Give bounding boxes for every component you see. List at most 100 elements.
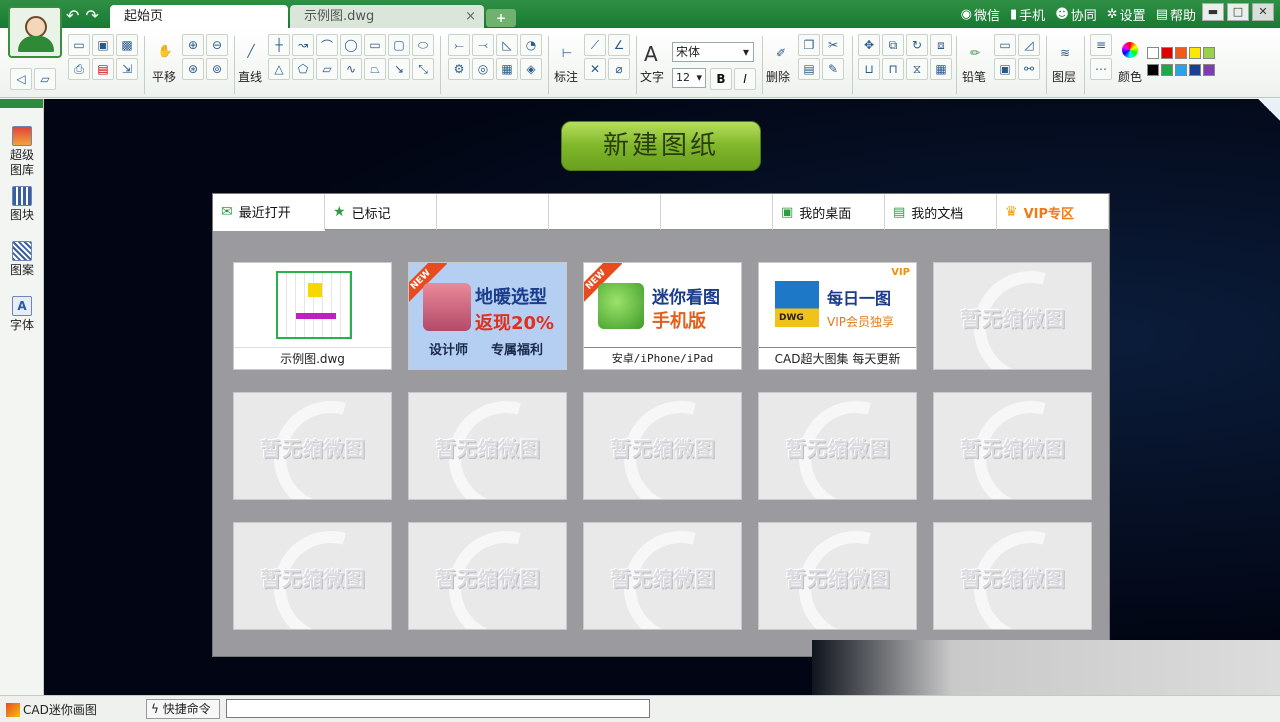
close-tab-icon[interactable]: × xyxy=(465,5,476,28)
italic-button[interactable]: I xyxy=(734,68,756,90)
line-icon[interactable]: ╱ xyxy=(240,40,262,62)
dimension-label[interactable]: 标注 xyxy=(554,68,578,85)
tab-sample-dwg[interactable]: 示例图.dwg × xyxy=(290,5,484,28)
collab-link[interactable]: ☻ 协同 xyxy=(1055,5,1097,24)
line-label[interactable]: 直线 xyxy=(238,68,262,85)
hatch-icon[interactable]: ▦ xyxy=(496,58,518,80)
wechat-link[interactable]: ◉ 微信 xyxy=(961,5,1000,24)
eraser-icon[interactable]: ✐ xyxy=(770,42,792,64)
leader-icon[interactable]: ↘ xyxy=(388,58,410,80)
polyline-icon[interactable]: ↝ xyxy=(292,34,314,56)
copy-icon[interactable]: ❐ xyxy=(798,34,820,56)
layers-label[interactable]: 图层 xyxy=(1052,68,1076,85)
extend-icon[interactable]: ⤙ xyxy=(472,34,494,56)
back-icon[interactable]: ◁ xyxy=(10,68,32,90)
sidebar-item-fonts[interactable]: A 字体 xyxy=(0,296,44,333)
new-page-icon[interactable]: ▱ xyxy=(34,68,56,90)
array-icon[interactable]: ⧈ xyxy=(930,34,952,56)
tab-desktop[interactable]: ▣ 我的桌面 xyxy=(773,194,885,230)
color-swatch[interactable] xyxy=(1161,47,1173,59)
image-icon[interactable]: ▣ xyxy=(994,58,1016,80)
text-label[interactable]: 文字 xyxy=(640,68,664,85)
radius-dim-icon[interactable]: ✕ xyxy=(584,58,606,80)
sidebar-item-patterns[interactable]: 图案 xyxy=(0,241,44,278)
tab-starred[interactable]: ★ 已标记 xyxy=(325,194,437,230)
undo-icon[interactable]: ↶ xyxy=(66,6,79,25)
text-icon[interactable]: A xyxy=(644,42,658,66)
color-swatch[interactable] xyxy=(1203,47,1215,59)
close-window-button[interactable]: ✕ xyxy=(1252,3,1274,21)
offset-icon[interactable]: ◔ xyxy=(520,34,542,56)
link-icon[interactable]: ⚯ xyxy=(1018,58,1040,80)
daily-drawing-ad-card[interactable]: DWG 每日一图 VIP VIP会员独享 CAD超大图集 每天更新 xyxy=(758,262,917,370)
quick-command-button[interactable]: ϟ 快捷命令 xyxy=(146,699,220,719)
aligned-dim-icon[interactable]: ⟋ xyxy=(584,34,606,56)
diameter-dim-icon[interactable]: ⌀ xyxy=(608,58,630,80)
fill-icon[interactable]: ◈ xyxy=(520,58,542,80)
floor-heating-ad-card[interactable]: NEW 地暖选型 返现20% 设计师 专属福利 xyxy=(408,262,567,370)
gear-shape-icon[interactable]: ⚙ xyxy=(448,58,470,80)
stretch-icon[interactable]: ⊔ xyxy=(858,58,880,80)
open-icon[interactable]: ▭ xyxy=(68,34,90,56)
pan-label[interactable]: 平移 xyxy=(152,68,176,85)
zoom-in-icon[interactable]: ⊕ xyxy=(182,34,204,56)
tab-vip[interactable]: ♛ VIP专区 xyxy=(997,194,1109,230)
scale-icon[interactable]: ⧉ xyxy=(882,34,904,56)
tab-start-page[interactable]: 起始页 xyxy=(110,5,288,28)
settings-link[interactable]: ✲ 设置 xyxy=(1107,5,1146,24)
rectangle-icon[interactable]: ▭ xyxy=(364,34,386,56)
lineweight-icon[interactable]: ≡ xyxy=(1090,34,1112,56)
save-as-icon[interactable]: ▩ xyxy=(116,34,138,56)
dimension-icon[interactable]: ⊢ xyxy=(556,42,578,64)
spline-icon[interactable]: ∿ xyxy=(340,58,362,80)
ellipse-icon[interactable]: ⬭ xyxy=(412,34,434,56)
color-label[interactable]: 颜色 xyxy=(1118,68,1142,85)
font-size-select[interactable]: 12 ▾ xyxy=(672,68,706,88)
color-swatch[interactable] xyxy=(1189,64,1201,76)
zoom-out-icon[interactable]: ⊖ xyxy=(206,34,228,56)
pencil-label[interactable]: 铅笔 xyxy=(962,68,986,85)
sidebar-item-library[interactable]: 超级 图库 xyxy=(0,126,44,178)
rounded-rect-icon[interactable]: ▢ xyxy=(388,34,410,56)
fillet-icon[interactable]: ◺ xyxy=(496,34,518,56)
sidebar-item-blocks[interactable]: 图块 xyxy=(0,186,44,223)
color-swatch[interactable] xyxy=(1203,64,1215,76)
sample-drawing-card[interactable]: 示例图.dwg xyxy=(233,262,392,370)
grid-array-icon[interactable]: ▦ xyxy=(930,58,952,80)
circle-icon[interactable]: ◯ xyxy=(340,34,362,56)
hatch-circle-icon[interactable]: ◎ xyxy=(472,58,494,80)
ruler-icon[interactable]: ▭ xyxy=(994,34,1016,56)
maximize-button[interactable]: □ xyxy=(1227,3,1249,21)
color-swatch[interactable] xyxy=(1175,47,1187,59)
trapezoid-icon[interactable]: ⏢ xyxy=(364,58,386,80)
delete-label[interactable]: 删除 xyxy=(766,68,790,85)
mini-viewer-ad-card[interactable]: NEW 迷你看图 手机版 安卓/iPhone/iPad xyxy=(583,262,742,370)
angle-dim-icon[interactable]: ∠ xyxy=(608,34,630,56)
export-icon[interactable]: ⇲ xyxy=(116,58,138,80)
crosshair-icon[interactable]: ┼ xyxy=(268,34,290,56)
add-tab-button[interactable]: + xyxy=(486,9,516,27)
area-icon[interactable]: ◿ xyxy=(1018,34,1040,56)
color-swatch[interactable] xyxy=(1189,47,1201,59)
pdf-icon[interactable]: ▤ xyxy=(92,58,114,80)
color-wheel-icon[interactable] xyxy=(1122,42,1138,58)
arc-icon[interactable]: ⌒ xyxy=(316,34,338,56)
zoom-window-icon[interactable]: ⊛ xyxy=(182,58,204,80)
help-link[interactable]: ▤ 帮助 xyxy=(1156,5,1196,24)
cut-icon[interactable]: ✂ xyxy=(822,34,844,56)
color-swatch[interactable] xyxy=(1147,47,1159,59)
pan-icon[interactable]: ✋ xyxy=(154,40,176,62)
redo-icon[interactable]: ↷ xyxy=(85,6,98,25)
new-drawing-button[interactable]: 新建图纸 xyxy=(561,121,761,171)
brush-icon[interactable]: ✎ xyxy=(822,58,844,80)
move-icon[interactable]: ✥ xyxy=(858,34,880,56)
color-swatch[interactable] xyxy=(1161,64,1173,76)
minimize-button[interactable]: ▬ xyxy=(1202,3,1224,21)
rotate-icon[interactable]: ↻ xyxy=(906,34,928,56)
parallelogram-icon[interactable]: ▱ xyxy=(316,58,338,80)
corner-fold-icon[interactable] xyxy=(1258,99,1280,121)
font-select[interactable]: 宋体 ▾ xyxy=(672,42,754,62)
zoom-extents-icon[interactable]: ⊚ xyxy=(206,58,228,80)
print-icon[interactable]: ⎙ xyxy=(68,58,90,80)
paste-icon[interactable]: ▤ xyxy=(798,58,820,80)
